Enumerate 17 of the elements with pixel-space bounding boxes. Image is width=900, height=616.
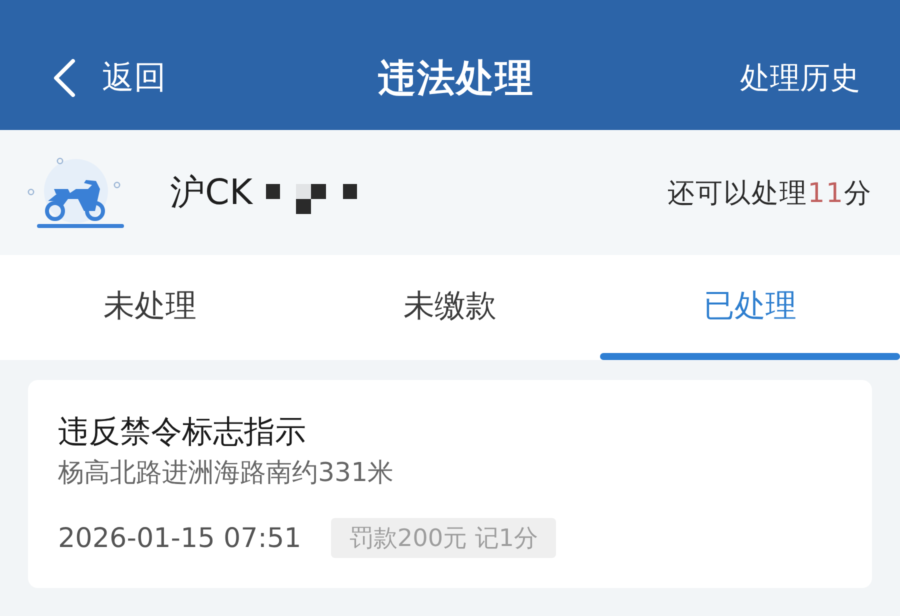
tab[interactable]: 已处理 xyxy=(600,255,900,360)
pixel-block-icon xyxy=(343,184,358,198)
penalty-tag: 罚款200元 记1分 xyxy=(331,518,556,558)
violation-card[interactable]: 违反禁令标志指示 杨高北路进洲海路南约331米 2026-01-15 07:51 罚款200元 记1分 xyxy=(28,380,872,588)
plate-number: 沪CK xyxy=(170,172,252,215)
page-title: 违法处理 xyxy=(378,54,534,102)
violation-location: 杨高北路进洲海路南约331米 xyxy=(58,457,395,490)
tab[interactable]: 未处理 xyxy=(0,255,300,360)
violation-title: 违反禁令标志指示 xyxy=(58,413,307,452)
violation-time: 2026-01-15 07:51 xyxy=(58,522,302,554)
tab[interactable]: 未缴款 xyxy=(300,255,600,360)
history-link[interactable]: 处理历史 xyxy=(740,58,860,98)
pixel-block-icon xyxy=(266,184,280,198)
back-button[interactable]: 返回 xyxy=(52,56,166,100)
back-chevron-icon xyxy=(52,59,76,97)
remaining-points-text: 还可以处理11分 xyxy=(668,176,872,210)
pixel-block-icon xyxy=(296,184,326,214)
